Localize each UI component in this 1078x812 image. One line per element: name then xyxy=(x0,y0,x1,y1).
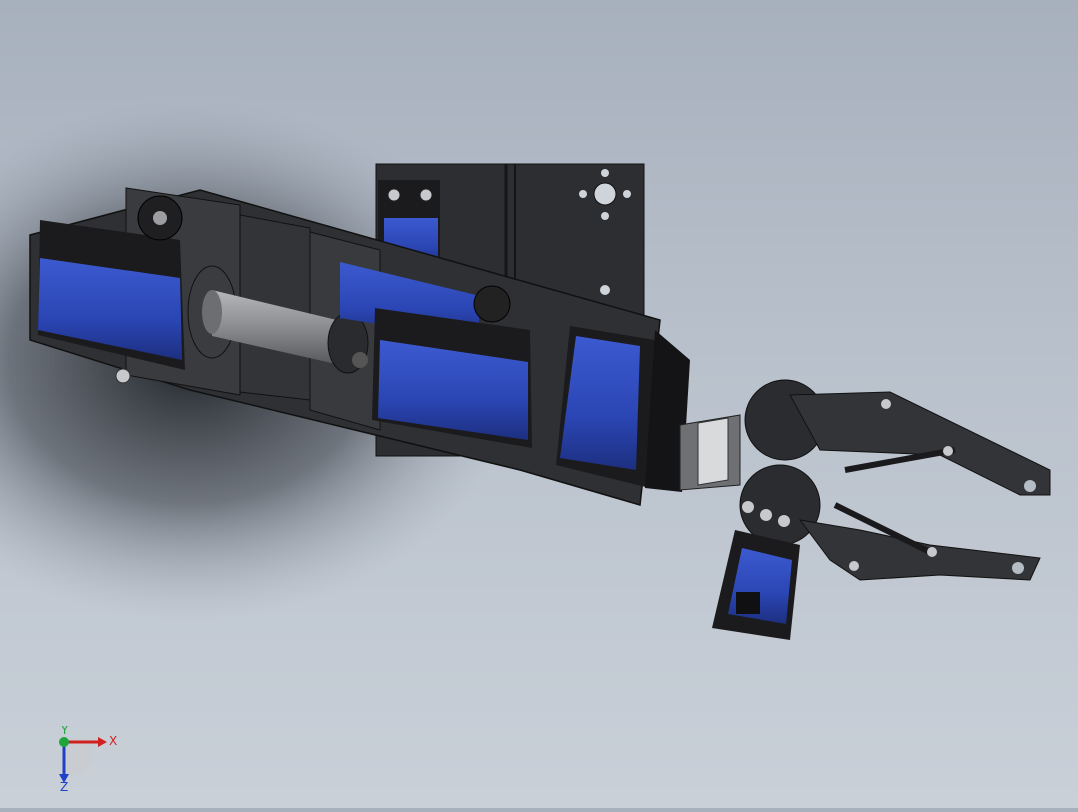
y-axis-dot xyxy=(59,737,69,747)
cad-3d-viewport[interactable]: X Y Z xyxy=(0,0,1078,808)
z-axis-label: Z xyxy=(60,780,68,792)
gripper-servo xyxy=(712,530,800,640)
wrist-coupler xyxy=(679,414,741,491)
wrist-servo xyxy=(556,326,690,492)
coordinate-triad: X Y Z xyxy=(48,723,118,794)
x-axis-label: X xyxy=(109,734,117,748)
y-axis-label: Y xyxy=(60,726,69,737)
robot-arm-assembly-model xyxy=(0,100,1051,640)
